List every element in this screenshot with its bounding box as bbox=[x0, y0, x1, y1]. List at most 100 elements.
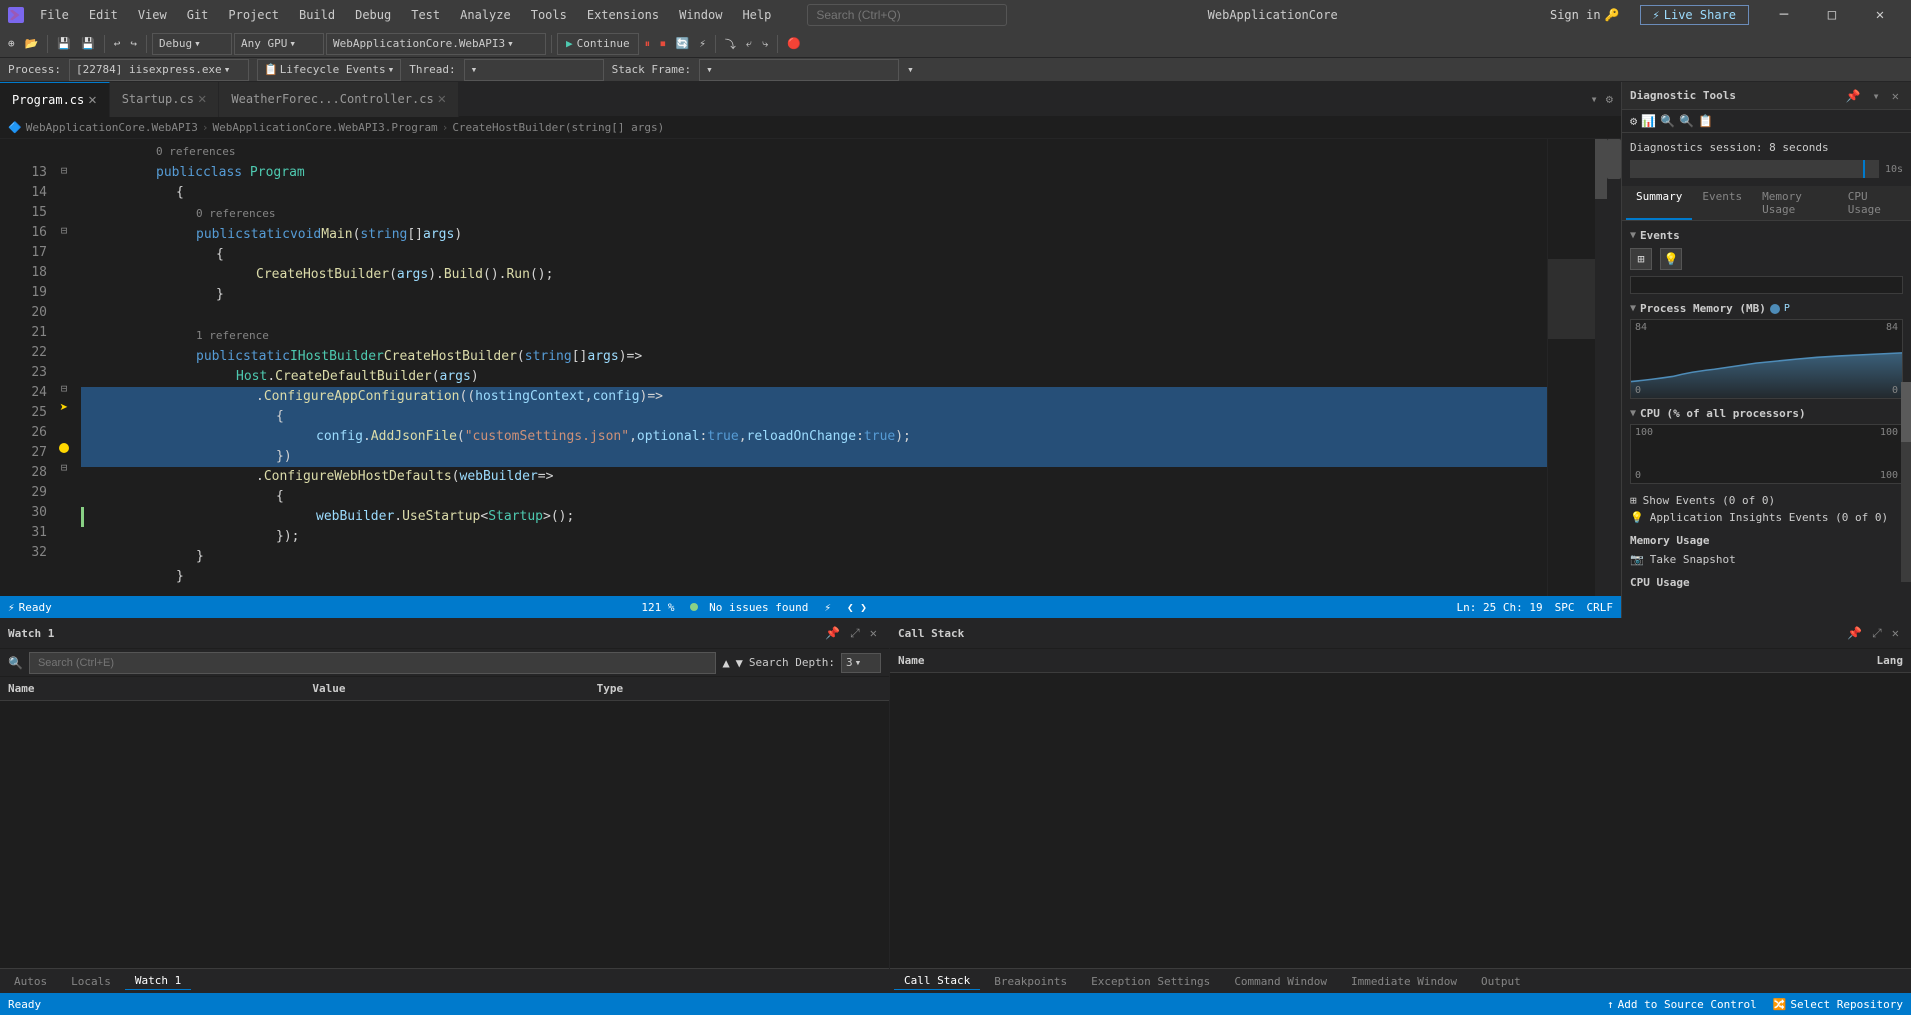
menu-extensions[interactable]: Extensions bbox=[579, 6, 667, 24]
cs-tab-immediate[interactable]: Immediate Window bbox=[1341, 973, 1467, 990]
breadcrumb-project[interactable]: WebApplicationCore.WebAPI3 bbox=[26, 121, 198, 134]
menu-project[interactable]: Project bbox=[220, 6, 287, 24]
select-repository-btn[interactable]: 🔀 Select Repository bbox=[1773, 998, 1903, 1011]
watch-close-btn[interactable]: ✕ bbox=[866, 624, 881, 643]
menu-git[interactable]: Git bbox=[179, 6, 217, 24]
maximize-button[interactable]: □ bbox=[1809, 0, 1855, 30]
fold-26[interactable]: ⊟ bbox=[58, 461, 70, 474]
tab-close-startup[interactable]: ✕ bbox=[198, 91, 206, 107]
watch-max-btn[interactable]: ⤢ bbox=[846, 624, 864, 643]
show-events-row[interactable]: ⊞ Show Events (0 of 0) bbox=[1630, 492, 1903, 509]
diag-header: Diagnostic Tools 📌 ▾ ✕ bbox=[1622, 82, 1911, 110]
diag-tool-5[interactable]: 📋 bbox=[1698, 114, 1713, 128]
hot-reload-btn[interactable]: ⚡ bbox=[695, 35, 710, 52]
depth-dropdown[interactable]: 3 ▾ bbox=[841, 653, 881, 673]
menu-analyze[interactable]: Analyze bbox=[452, 6, 519, 24]
diag-tool-4[interactable]: 🔍 bbox=[1679, 114, 1694, 128]
fold-22[interactable]: ⊟ bbox=[58, 382, 70, 395]
breadcrumb-method[interactable]: CreateHostBuilder(string[] args) bbox=[452, 121, 664, 134]
tab-startup-cs[interactable]: Startup.cs ✕ bbox=[110, 82, 220, 117]
project-dropdown[interactable]: WebApplicationCore.WebAPI3 ▾ bbox=[326, 33, 546, 55]
continue-button[interactable]: ▶ Continue bbox=[557, 33, 639, 55]
menu-test[interactable]: Test bbox=[403, 6, 448, 24]
cs-tab-command[interactable]: Command Window bbox=[1224, 973, 1337, 990]
menu-debug[interactable]: Debug bbox=[347, 6, 399, 24]
save-all-btn[interactable]: 💾 bbox=[77, 35, 99, 52]
close-button[interactable]: ✕ bbox=[1857, 0, 1903, 30]
stack-frame-dropdown[interactable]: ▾ bbox=[699, 59, 899, 81]
app-insights-row[interactable]: 💡 Application Insights Events (0 of 0) bbox=[1630, 509, 1903, 526]
menu-view[interactable]: View bbox=[130, 6, 175, 24]
step-into-btn[interactable]: ⤶ bbox=[742, 35, 756, 53]
menu-window[interactable]: Window bbox=[671, 6, 730, 24]
fold-15[interactable]: ⊟ bbox=[58, 224, 70, 237]
toolbar-sep-6 bbox=[777, 35, 778, 53]
save-btn[interactable]: 💾 bbox=[53, 35, 75, 52]
menu-edit[interactable]: Edit bbox=[81, 6, 126, 24]
stop-btn[interactable]: ⏹ bbox=[656, 35, 670, 53]
menu-build[interactable]: Build bbox=[291, 6, 343, 24]
cs-tab-output[interactable]: Output bbox=[1471, 973, 1531, 990]
redo-btn[interactable]: ↪ bbox=[126, 35, 141, 52]
process-dropdown[interactable]: [22784] iisexpress.exe ▾ bbox=[69, 59, 249, 81]
diag-pin-btn[interactable]: 📌 bbox=[1842, 87, 1865, 105]
signin-button[interactable]: Sign in 🔑 bbox=[1538, 6, 1632, 24]
cs-tab-exception[interactable]: Exception Settings bbox=[1081, 973, 1220, 990]
fold-13[interactable]: ⊟ bbox=[58, 164, 70, 177]
platform-dropdown[interactable]: Any GPU ▾ bbox=[234, 33, 324, 55]
debug-mode-dropdown[interactable]: Debug ▾ bbox=[152, 33, 232, 55]
code-content[interactable]: 0 references public class Program { 0 bbox=[73, 139, 1547, 596]
diag-tab-memory[interactable]: Memory Usage bbox=[1752, 186, 1838, 220]
restart-btn[interactable]: 🔄 bbox=[672, 35, 694, 52]
diag-tool-1[interactable]: ⚙ bbox=[1630, 114, 1637, 128]
diag-title: Diagnostic Tools bbox=[1630, 89, 1838, 102]
menu-file[interactable]: File bbox=[32, 6, 77, 24]
watch-tab-watch1[interactable]: Watch 1 bbox=[125, 972, 191, 990]
thread-dropdown[interactable]: ▾ bbox=[464, 59, 604, 81]
pause-btn[interactable]: ⏸ bbox=[641, 35, 655, 53]
cs-pin-btn[interactable]: 📌 bbox=[1843, 624, 1866, 643]
menu-tools[interactable]: Tools bbox=[523, 6, 575, 24]
tab-program-cs[interactable]: Program.cs ✕ bbox=[0, 82, 110, 117]
diag-scrollbar[interactable] bbox=[1901, 382, 1911, 582]
lifecycle-dropdown[interactable]: 📋 Lifecycle Events ▾ bbox=[257, 59, 401, 81]
watch-tab-locals[interactable]: Locals bbox=[61, 973, 121, 990]
tab-list-btn[interactable]: ▾ bbox=[1589, 90, 1600, 108]
take-snapshot-row[interactable]: 📷 Take Snapshot bbox=[1630, 551, 1903, 568]
diag-tab-cpu[interactable]: CPU Usage bbox=[1838, 186, 1907, 220]
diag-close-btn[interactable]: ✕ bbox=[1888, 87, 1903, 105]
minimize-button[interactable]: ─ bbox=[1761, 0, 1807, 30]
cs-tab-callstack[interactable]: Call Stack bbox=[894, 972, 980, 990]
new-file-btn[interactable]: ⊕ bbox=[4, 35, 19, 52]
right-scrollbar[interactable] bbox=[1607, 139, 1621, 596]
step-over-btn[interactable]: ⤵ bbox=[721, 34, 740, 54]
tab-weatherforecast-cs[interactable]: WeatherForec...Controller.cs ✕ bbox=[219, 82, 459, 117]
watch-pin-btn[interactable]: 📌 bbox=[821, 624, 844, 643]
status-ready[interactable]: ⚡ Ready bbox=[8, 601, 52, 614]
callstack-content[interactable] bbox=[890, 673, 1911, 968]
cs-close-btn[interactable]: ✕ bbox=[1888, 624, 1903, 643]
watch-search-input[interactable] bbox=[29, 652, 716, 674]
breakpoints-btn[interactable]: 🔴 bbox=[783, 35, 805, 52]
add-to-source-control-btn[interactable]: ↑ Add to Source Control bbox=[1607, 998, 1757, 1011]
tab-settings-btn[interactable]: ⚙ bbox=[1604, 90, 1615, 108]
menu-help[interactable]: Help bbox=[734, 6, 779, 24]
liveshare-button[interactable]: ⚡ Live Share bbox=[1640, 5, 1749, 25]
tab-close-program[interactable]: ✕ bbox=[88, 92, 96, 108]
breadcrumb-class[interactable]: WebApplicationCore.WebAPI3.Program bbox=[213, 121, 438, 134]
code-line-32 bbox=[81, 587, 1547, 596]
diag-tab-events[interactable]: Events bbox=[1692, 186, 1752, 220]
diag-tool-2[interactable]: 📊 bbox=[1641, 114, 1656, 128]
watch-content[interactable] bbox=[0, 701, 889, 968]
diag-tab-summary[interactable]: Summary bbox=[1626, 186, 1692, 220]
tab-close-weather[interactable]: ✕ bbox=[438, 91, 446, 107]
cs-max-btn[interactable]: ⤢ bbox=[1868, 624, 1886, 643]
search-input[interactable] bbox=[807, 4, 1007, 26]
cs-tab-breakpoints[interactable]: Breakpoints bbox=[984, 973, 1077, 990]
open-btn[interactable]: 📂 bbox=[21, 35, 43, 52]
diag-tool-3[interactable]: 🔍 bbox=[1660, 114, 1675, 128]
diag-settings-btn[interactable]: ▾ bbox=[1869, 87, 1884, 105]
step-out-btn[interactable]: ⤷ bbox=[758, 35, 772, 53]
watch-tab-autos[interactable]: Autos bbox=[4, 973, 57, 990]
undo-btn[interactable]: ↩ bbox=[110, 35, 125, 52]
